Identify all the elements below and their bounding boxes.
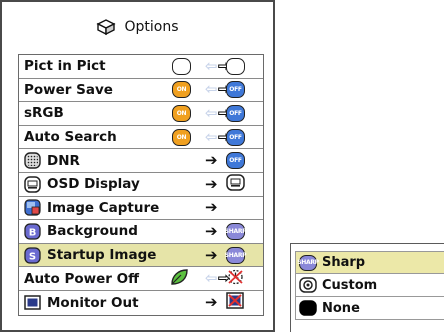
monitor-off-icon xyxy=(226,292,244,313)
menu-item-label: Startup Image xyxy=(47,247,157,264)
osd-display-icon xyxy=(226,174,245,195)
submenu-item-label: Custom xyxy=(322,277,378,293)
menu-item-auto-search[interactable]: Auto Search ON ⇦⇨ OFF xyxy=(19,125,263,150)
toggle-state-right xyxy=(226,57,245,75)
submenu-list: SHARP Sharp Custom None xyxy=(295,251,444,320)
menu-item-label: DNR xyxy=(47,152,80,169)
submenu-item-custom[interactable]: Custom xyxy=(295,274,444,297)
osd-display-icon xyxy=(24,176,41,193)
options-menu: Options Pict in Pict ⇦⇨ Power Save ON ⇦⇨… xyxy=(0,0,275,332)
options-list: Pict in Pict ⇦⇨ Power Save ON ⇦⇨ OFF sRG… xyxy=(18,54,264,316)
svg-text:S: S xyxy=(29,251,36,262)
menu-item-label: Auto Search xyxy=(24,129,117,146)
menu-title-text: Options xyxy=(124,19,179,35)
menu-item-label: Pict in Pict xyxy=(24,58,106,75)
submenu-item-label: Sharp xyxy=(322,255,366,270)
sharp-logo-icon: SHARP xyxy=(225,246,247,264)
arrow-right-icon: ➔ xyxy=(205,174,218,193)
menu-item-monitor-out[interactable]: Monitor Out ➔ xyxy=(19,290,263,315)
menu-item-label: Background xyxy=(47,223,138,240)
sharp-logo-icon: SHARP xyxy=(225,222,247,240)
dnr-icon xyxy=(24,152,41,169)
menu-item-startup-image[interactable]: S Startup Image ➔ SHARP xyxy=(19,243,263,268)
arrow-right-icon: ➔ xyxy=(205,245,218,264)
off-badge-icon: OFF xyxy=(226,104,245,122)
monitor-out-icon xyxy=(24,294,41,311)
submenu-item-sharp[interactable]: SHARP Sharp xyxy=(295,251,444,274)
menu-item-dnr[interactable]: DNR ➔ OFF xyxy=(19,149,263,173)
off-badge-icon: OFF xyxy=(226,81,245,99)
menu-item-osd-display[interactable]: OSD Display ➔ xyxy=(19,172,263,197)
submenu-item-label: None xyxy=(322,300,360,316)
arrow-right-icon: ➔ xyxy=(205,198,218,217)
custom-icon xyxy=(299,277,317,293)
menu-item-pict-in-pict[interactable]: Pict in Pict ⇦⇨ xyxy=(19,55,263,79)
arrow-right-icon: ➔ xyxy=(205,293,218,312)
off-badge-icon: OFF xyxy=(226,128,245,146)
menu-item-label: sRGB xyxy=(24,105,64,122)
menu-item-power-save[interactable]: Power Save ON ⇦⇨ OFF xyxy=(19,78,263,103)
timer-icon xyxy=(226,268,245,290)
menu-item-label: Auto Power Off xyxy=(24,270,140,287)
svg-text:B: B xyxy=(29,227,37,238)
toggle-state-left xyxy=(172,57,191,75)
menu-item-label: OSD Display xyxy=(47,176,140,193)
leaf-icon xyxy=(169,268,189,290)
menu-title: Options xyxy=(2,16,273,38)
menu-item-image-capture[interactable]: Image Capture ➔ xyxy=(19,196,263,221)
on-badge-icon: ON xyxy=(172,128,191,146)
on-badge-icon: ON xyxy=(172,104,191,122)
menu-item-srgb[interactable]: sRGB ON ⇦⇨ OFF xyxy=(19,102,263,126)
on-badge-icon: ON xyxy=(172,81,191,99)
none-icon xyxy=(299,300,317,316)
menu-item-label: Monitor Out xyxy=(47,294,139,311)
options-icon xyxy=(96,18,117,36)
arrow-right-icon: ➔ xyxy=(205,221,218,240)
submenu-item-none[interactable]: None xyxy=(295,297,444,320)
menu-item-auto-power-off[interactable]: Auto Power Off ⇦⇨ xyxy=(19,267,263,291)
background-icon: B xyxy=(24,223,41,240)
sharp-logo-icon: SHARP xyxy=(297,254,319,271)
off-badge-icon: OFF xyxy=(226,152,245,170)
startup-image-icon: S xyxy=(24,246,41,264)
menu-item-label: Power Save xyxy=(24,81,113,98)
menu-item-background[interactable]: B Background ➔ SHARP xyxy=(19,220,263,244)
arrow-right-icon: ➔ xyxy=(205,151,218,170)
startup-image-submenu: SHARP Sharp Custom None xyxy=(290,243,444,332)
menu-item-label: Image Capture xyxy=(47,199,160,216)
image-capture-icon xyxy=(24,199,41,216)
